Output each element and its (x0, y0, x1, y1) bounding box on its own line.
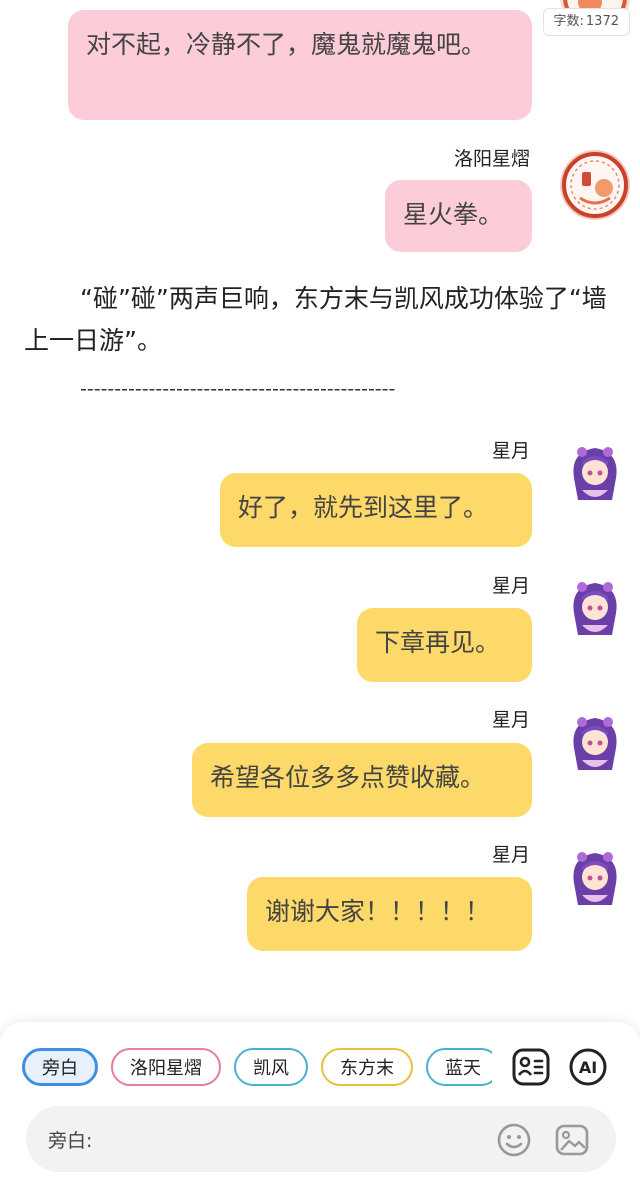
message-bubble[interactable]: 下章再见。 (357, 608, 532, 682)
ai-button[interactable]: AI (567, 1046, 609, 1088)
message-text: 好了，就先到这里了。 (238, 493, 489, 522)
role-chip-list: 旁白 洛阳星熠 凯风 东方末 蓝天 (22, 1048, 492, 1088)
image-icon[interactable] (552, 1120, 592, 1160)
avatar-luoyang[interactable] (560, 150, 630, 220)
message-bubble[interactable]: 星火拳。 (385, 180, 532, 252)
message-text: 星火拳。 (403, 200, 504, 229)
sender-name: 星月 (491, 440, 530, 462)
message-bubble[interactable]: 对不起，冷静不了，魔鬼就魔鬼吧。 (68, 10, 532, 120)
sender-name: 星月 (491, 575, 530, 597)
role-chip-kaifeng[interactable]: 凯风 (234, 1048, 308, 1086)
avatar-xingyue[interactable] (560, 843, 630, 913)
word-count-badge: 字数: 1372 (542, 8, 630, 36)
scene-divider: ----------------------------------------… (80, 378, 396, 400)
avatar-xingyue[interactable] (560, 438, 630, 508)
message-text: 谢谢大家！！！！！ (265, 897, 491, 926)
role-chip-narrator[interactable]: 旁白 (22, 1048, 98, 1086)
narration-input[interactable]: 旁白: (26, 1106, 616, 1172)
composer-panel: 旁白 洛阳星熠 凯风 东方末 蓝天 AI 旁白: (0, 1022, 640, 1189)
chat-story-screen: 字数: 1372 对不起，冷静不了，魔鬼就魔鬼吧。 洛阳星熠 星火拳。 “碰”碰… (0, 0, 640, 1189)
role-chip-lan[interactable]: 蓝天 (426, 1048, 492, 1086)
word-count-value: 1372 (585, 14, 619, 29)
contact-card-icon[interactable] (510, 1046, 552, 1088)
narration-paragraph: “碰”碰”两声巨响，东方末与凯风成功体验了“墙上一日游”。 (24, 278, 624, 362)
ai-label: AI (578, 1057, 598, 1077)
input-role-label: 旁白: (48, 1130, 93, 1152)
avatar-xingyue[interactable] (560, 708, 630, 778)
sender-name: 洛阳星熠 (453, 148, 530, 170)
avatar-xingyue[interactable] (560, 573, 630, 643)
message-text: 下章再见。 (375, 628, 501, 657)
role-chip-dongfang[interactable]: 东方末 (321, 1048, 413, 1086)
emoji-icon[interactable] (494, 1120, 534, 1160)
message-bubble[interactable]: 希望各位多多点赞收藏。 (192, 743, 532, 817)
message-bubble[interactable]: 谢谢大家！！！！！ (247, 877, 532, 951)
sender-name: 星月 (491, 844, 530, 866)
role-chip-luoyang[interactable]: 洛阳星熠 (111, 1048, 221, 1086)
narration-text: “碰”碰”两声巨响，东方末与凯风成功体验了“墙上一日游”。 (24, 284, 607, 355)
message-text: 对不起，冷静不了，魔鬼就魔鬼吧。 (86, 30, 487, 59)
word-count-label: 字数: (553, 14, 584, 29)
message-text: 希望各位多多点赞收藏。 (210, 763, 486, 792)
sender-name: 星月 (491, 709, 530, 731)
message-bubble[interactable]: 好了，就先到这里了。 (220, 473, 532, 547)
